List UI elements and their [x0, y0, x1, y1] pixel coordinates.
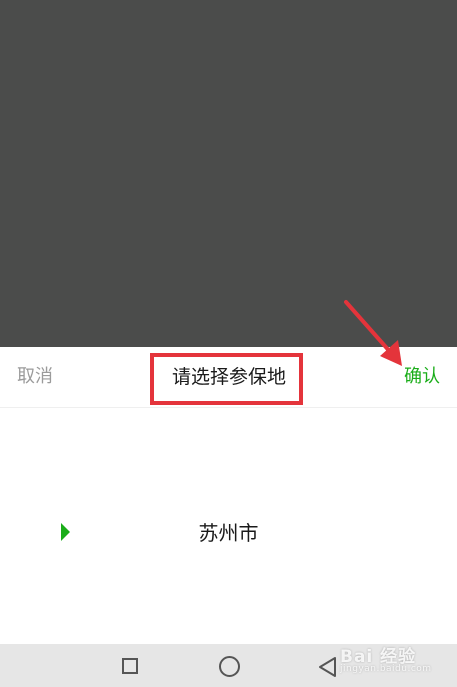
picker-selected-value[interactable]: 苏州市 [0, 519, 457, 547]
red-arrow-icon [344, 300, 402, 366]
cancel-button[interactable]: 取消 [17, 365, 53, 389]
home-circle-icon[interactable] [219, 656, 240, 677]
picker-selected-row[interactable]: 苏州市 [0, 513, 457, 553]
dimmed-background-overlay[interactable] [0, 0, 457, 347]
recent-apps-square-icon[interactable] [122, 658, 138, 674]
system-navigation-bar [0, 644, 457, 687]
picker-title: 请选择参保地 [172, 366, 287, 388]
back-triangle-icon[interactable] [318, 656, 338, 678]
region-picker-sheet: 取消 请选择参保地 确认 苏州市 [0, 347, 457, 644]
